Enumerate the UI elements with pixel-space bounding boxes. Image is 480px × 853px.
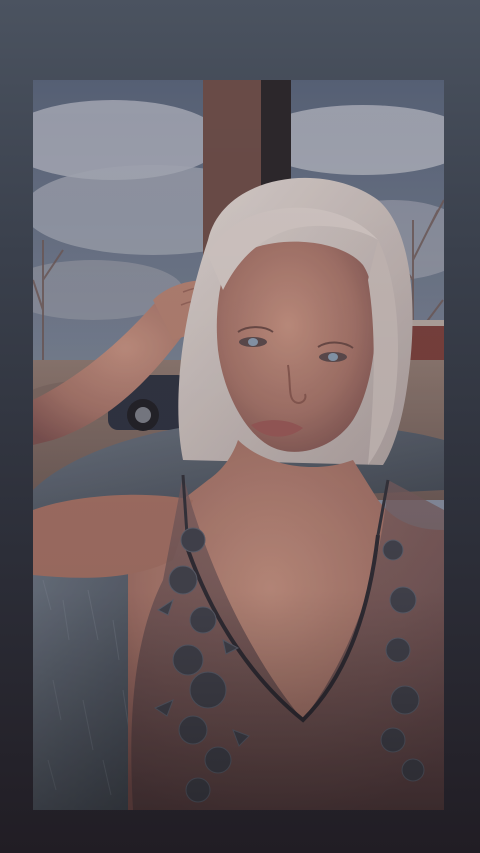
photo-card bbox=[33, 80, 444, 810]
story-frame bbox=[0, 0, 480, 853]
portrait-photo bbox=[33, 80, 444, 810]
